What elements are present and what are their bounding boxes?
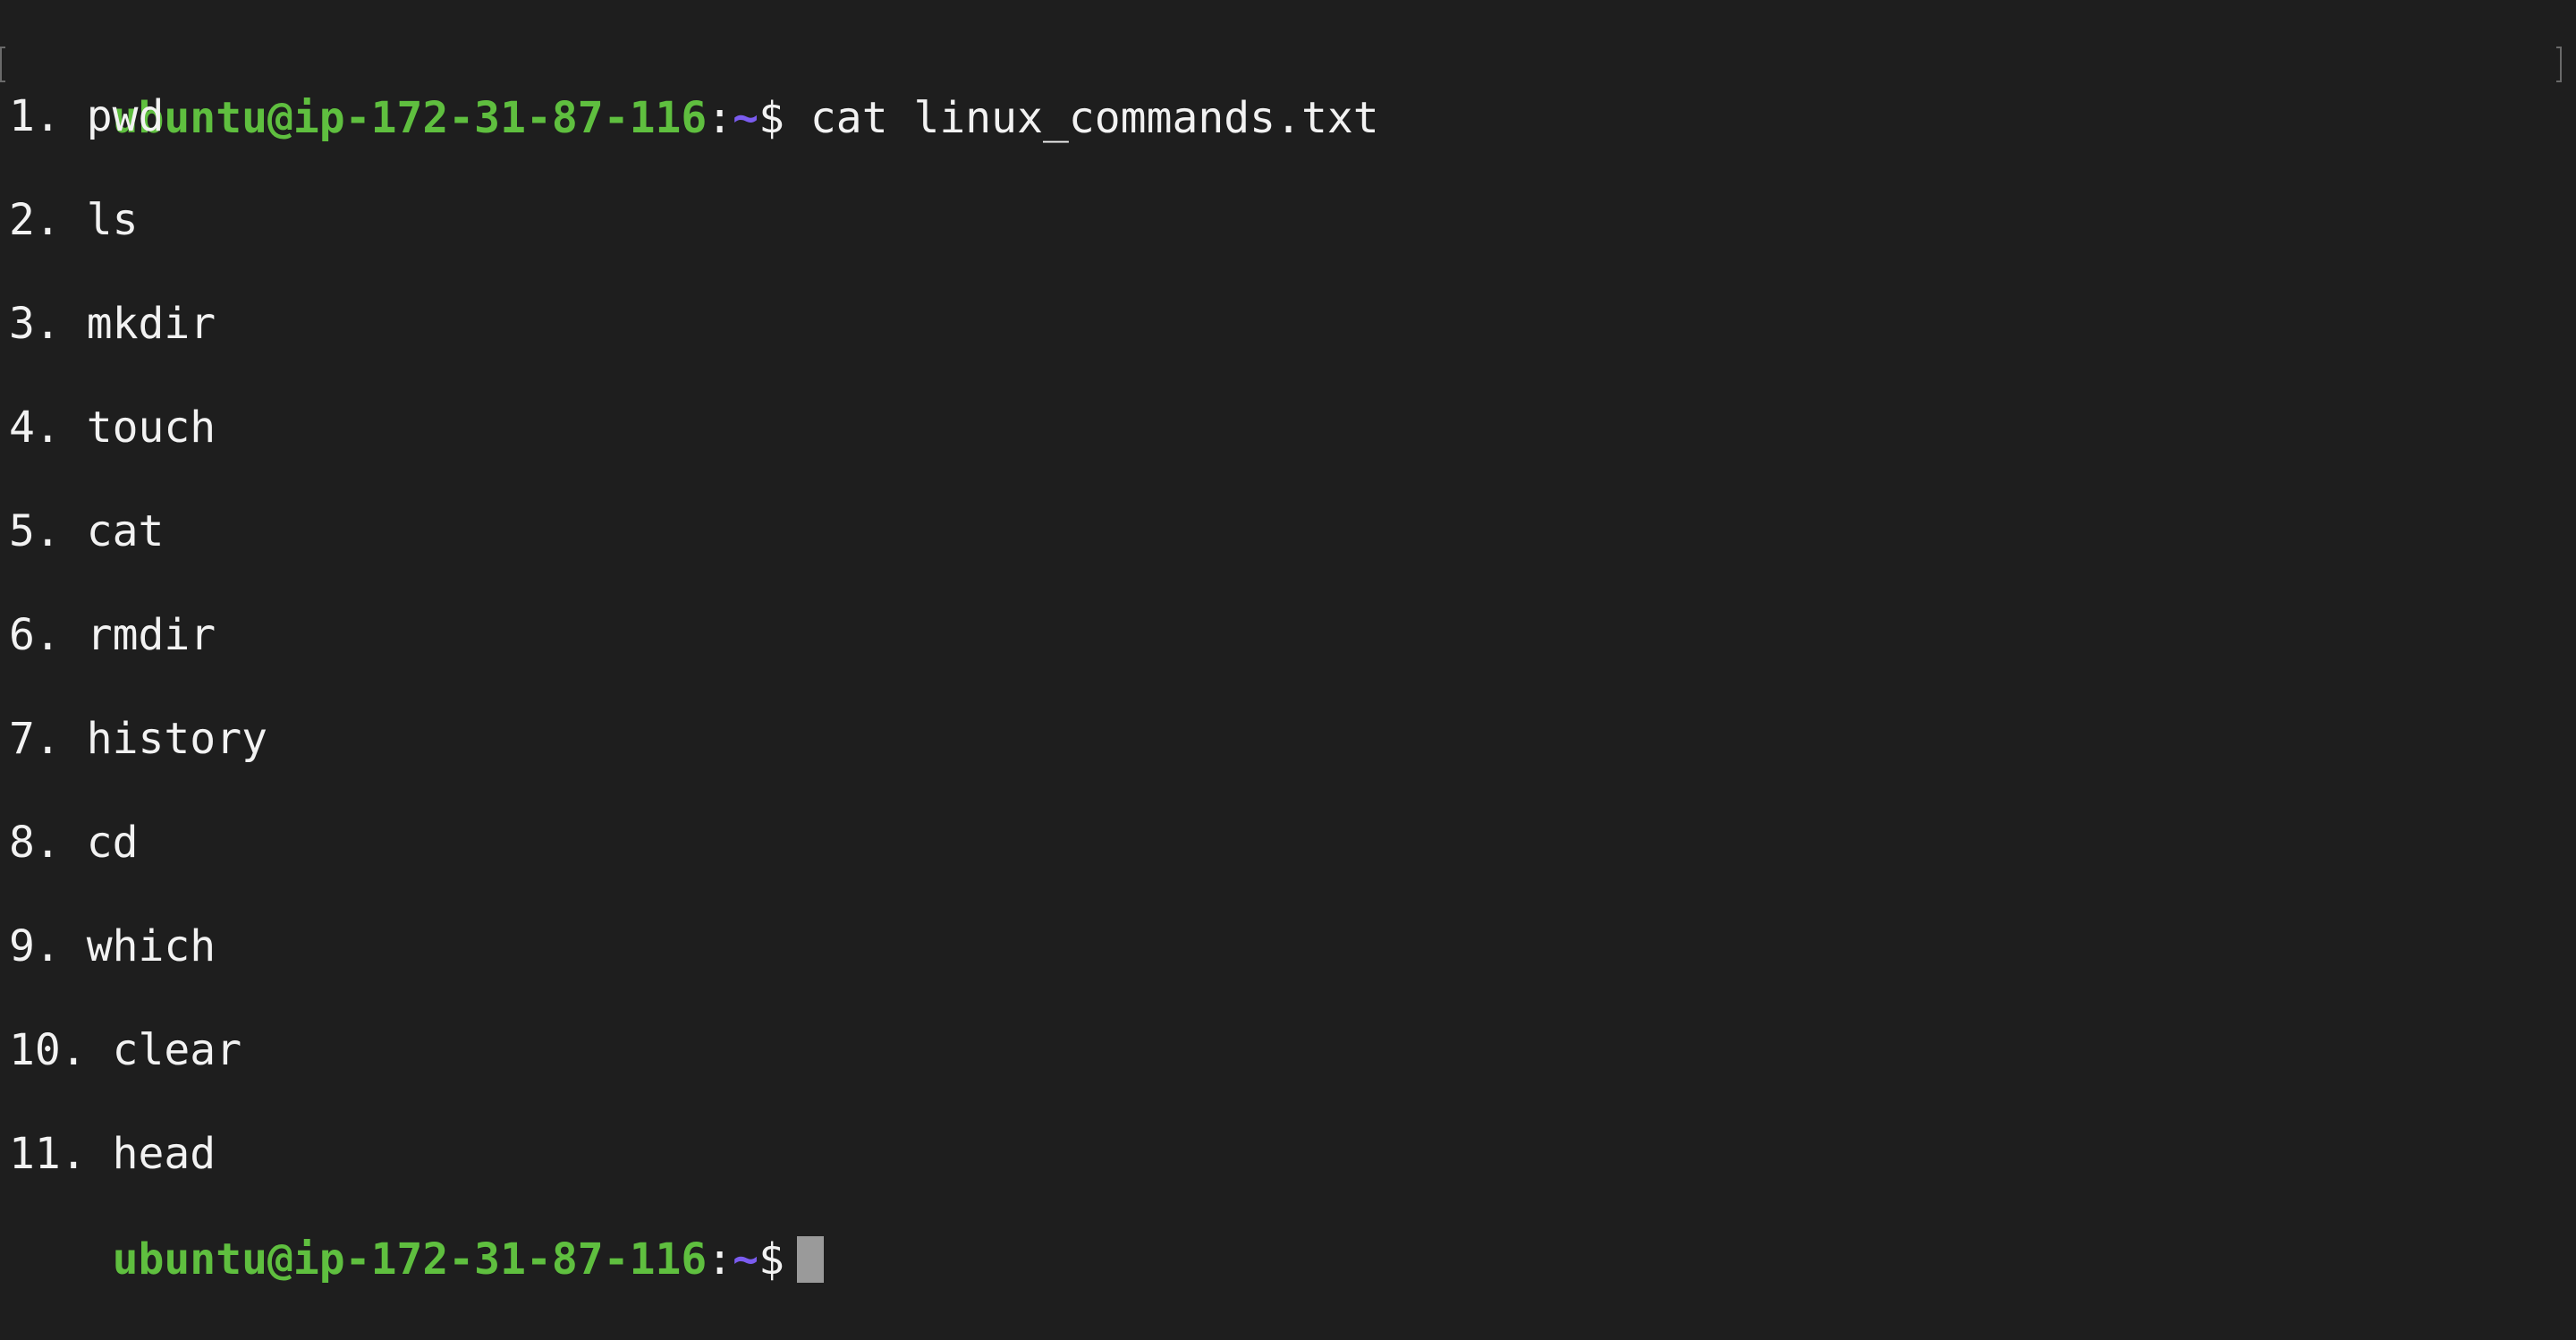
output-line: 7. history (9, 714, 267, 764)
prompt-user-host: ubuntu@ip-172-31-87-116 (112, 93, 708, 143)
output-line: 3. mkdir (9, 299, 216, 349)
prompt-path: ~ (733, 93, 759, 143)
prompt-colon: : (707, 1234, 733, 1285)
text-cursor[interactable] (796, 1236, 824, 1283)
prompt-user-host: ubuntu@ip-172-31-87-116 (112, 1234, 708, 1285)
output-line: 4. touch (9, 403, 216, 453)
output-line: 8. cd (9, 818, 139, 868)
output-line: 6. rmdir (9, 610, 216, 660)
output-line: 5. cat (9, 506, 165, 556)
output-line: 2. ls (9, 195, 139, 245)
prompt-line-1: ubuntu@ip-172-31-87-116:~$ cat linux_com… (9, 38, 1379, 143)
terminal-window[interactable]: ubuntu@ip-172-31-87-116:~$ cat linux_com… (0, 0, 2576, 1287)
prompt-path: ~ (733, 1234, 759, 1285)
command-text: cat linux_commands.txt (809, 93, 1379, 143)
prompt-colon: : (707, 93, 733, 143)
output-line: 1. pwd (9, 91, 165, 141)
mark-bracket-right (2556, 47, 2562, 82)
mark-bracket-left (0, 47, 5, 82)
prompt-dollar: $ (758, 1234, 784, 1285)
output-line: 11. head (9, 1129, 216, 1179)
prompt-dollar: $ (758, 93, 784, 143)
output-line: 10. clear (9, 1025, 242, 1075)
prompt-line-2[interactable]: ubuntu@ip-172-31-87-116:~$ (9, 1179, 824, 1285)
output-line: 9. which (9, 921, 216, 971)
